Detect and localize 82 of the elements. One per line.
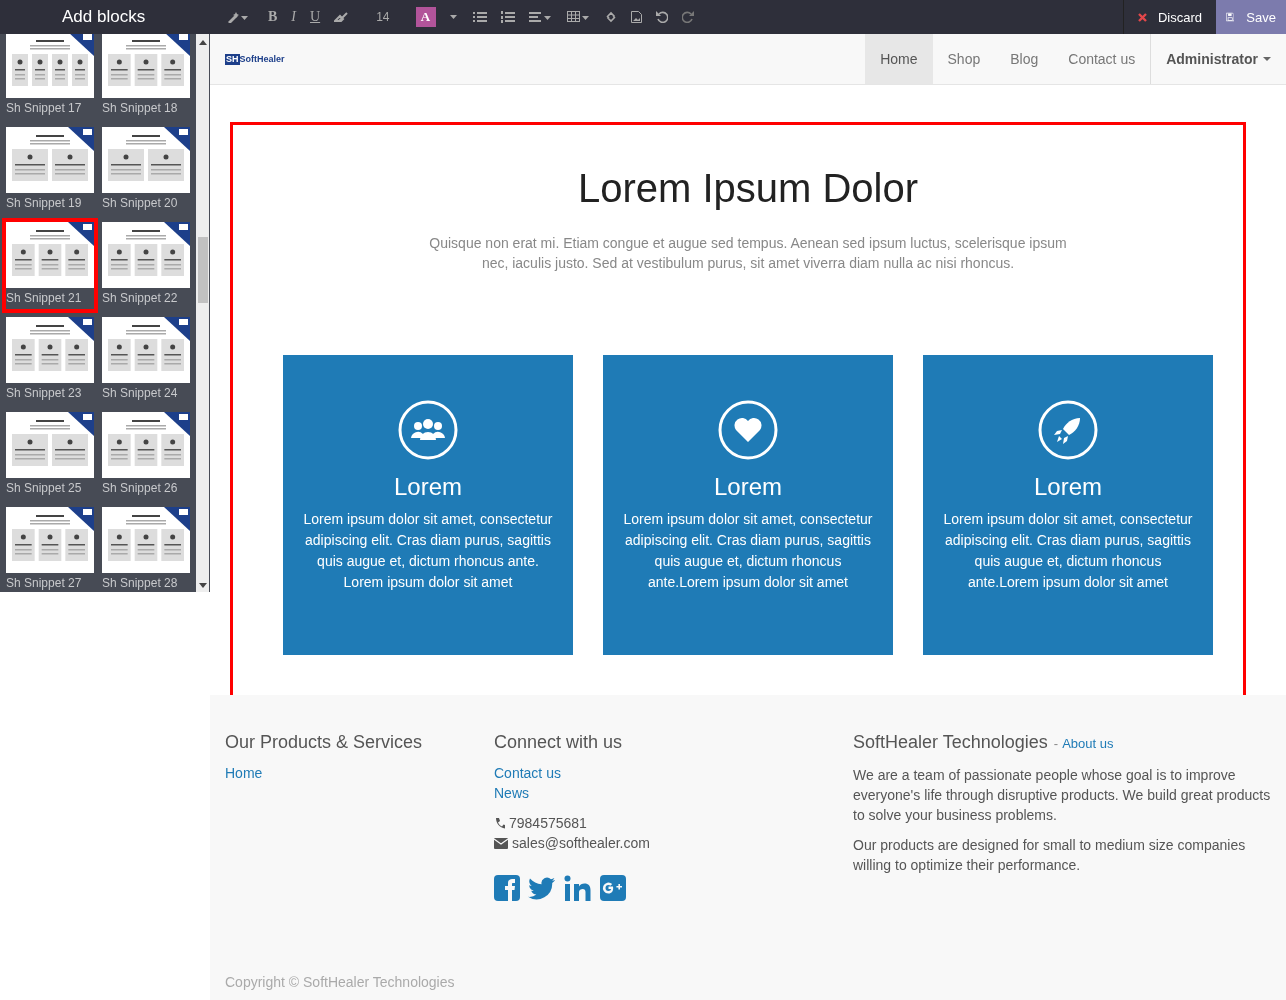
user-menu[interactable]: Administrator — [1150, 34, 1286, 84]
snippet-label: Sh Snippet 25 — [6, 480, 83, 496]
scrollbar[interactable] — [196, 34, 209, 592]
nav-link[interactable]: Home — [865, 34, 933, 84]
snippet-item[interactable]: Sh Snippet 24 — [98, 313, 194, 408]
linkedin-icon[interactable] — [564, 875, 592, 901]
section-subtitle: Quisque non erat mi. Etiam congue et augue sed tempus. Aenean sed ipsum luctus, scelerisque ipsum nec, iaculis justo. Sed at vestibulum purus, sit amet viverra diam nulla ac nisi rhoncus. — [428, 234, 1068, 273]
email-address: sales@softhealer.com — [512, 834, 650, 853]
caret-icon[interactable] — [449, 14, 459, 20]
table-icon[interactable] — [566, 11, 591, 23]
logo-badge: SH — [225, 53, 240, 65]
snippet-item[interactable]: Sh Snippet 20 — [98, 123, 194, 218]
nav-link[interactable]: Shop — [932, 34, 996, 84]
footer-link[interactable]: News — [494, 783, 529, 803]
numbered-list-icon[interactable] — [500, 11, 515, 23]
logo-text: SoftHealer — [239, 54, 285, 64]
facebook-icon[interactable] — [494, 875, 520, 901]
snippet-item[interactable]: Sh Snippet 22 — [98, 218, 194, 313]
panel-title: Add blocks — [0, 0, 210, 34]
snippet-item[interactable]: Sh Snippet 28 — [98, 503, 194, 592]
snippet-item[interactable]: Sh Snippet 23 — [2, 313, 98, 408]
twitter-icon[interactable] — [528, 876, 556, 900]
nav-link[interactable]: Blog — [995, 34, 1054, 84]
card-text: Lorem ipsum dolor sit amet, consectetur adipiscing elit. Cras diam purus, sagittis quis augue et, dictum rhoncus ante. Lorem ipsum dolor sit amet — [302, 510, 554, 592]
underline-button[interactable]: U — [310, 9, 321, 25]
snippet-label: Sh Snippet 23 — [6, 385, 83, 401]
undo-icon[interactable] — [655, 11, 668, 23]
snippet-item[interactable]: Sh Snippet 27 — [2, 503, 98, 592]
footer-link[interactable]: Home — [225, 763, 263, 783]
save-button[interactable]: Save — [1216, 0, 1286, 34]
eraser-icon[interactable] — [334, 12, 349, 22]
card-text: Lorem ipsum dolor sit amet, consectetur adipiscing elit. Cras diam purus, sagittis quis augue et, dictum rhoncus ante.Lorem ipsum dolor sit amet — [622, 510, 874, 592]
snippet-item[interactable]: Sh Snippet 17 — [2, 34, 98, 123]
separator: - — [1053, 735, 1059, 753]
font-size-dropdown[interactable]: 14 — [376, 10, 390, 24]
copyright-text: Copyright © SoftHealer Technologies — [225, 974, 456, 990]
scrollbar-thumb[interactable] — [197, 237, 208, 303]
footer-heading: SoftHealer Technologies — [853, 731, 1048, 753]
scroll-down-icon[interactable] — [198, 583, 207, 588]
section-title: Lorem Ipsum Dolor — [576, 165, 920, 212]
footer-link[interactable]: Contact us — [494, 763, 561, 783]
snippet-label: Sh Snippet 20 — [102, 195, 179, 211]
card-title: Lorem — [714, 473, 782, 501]
phone-number: 7984575681 — [509, 814, 587, 833]
nav-link[interactable]: Contact us — [1053, 34, 1151, 84]
redo-icon[interactable] — [681, 11, 694, 23]
card-title: Lorem — [1034, 473, 1102, 501]
snippet-label: Sh Snippet 24 — [102, 385, 179, 401]
snippet-label: Sh Snippet 22 — [102, 290, 179, 306]
card-title: Lorem — [394, 473, 462, 501]
footer-paragraph: Our products are designed for small to medium size companies willing to optimize their performance. — [853, 836, 1247, 875]
snippet-item[interactable]: Sh Snippet 18 — [98, 34, 194, 123]
group-icon — [398, 400, 458, 460]
footer-paragraph: We are a team of passionate people whose goal is to improve everyone's life through disruptive products. We build great products to solve your business problems. — [853, 766, 1271, 825]
google-plus-icon[interactable] — [600, 875, 626, 901]
snippet-label: Sh Snippet 17 — [6, 100, 83, 116]
snippet-label: Sh Snippet 21 — [6, 290, 83, 306]
about-link[interactable]: About us — [1062, 733, 1114, 755]
image-icon[interactable] — [630, 11, 642, 23]
snippet-label: Sh Snippet 18 — [102, 100, 179, 116]
footer-heading: Our Products & Services — [225, 731, 423, 753]
bold-button[interactable]: B — [268, 9, 278, 25]
snippet-label: Sh Snippet 27 — [6, 575, 83, 591]
snippet-item[interactable]: Sh Snippet 26 — [98, 408, 194, 503]
text-color-button[interactable]: A — [415, 7, 436, 27]
snippet-label: Sh Snippet 28 — [102, 575, 179, 591]
close-icon — [1137, 12, 1147, 22]
rocket-icon — [1038, 400, 1098, 460]
brush-icon[interactable] — [226, 11, 248, 23]
phone-icon — [494, 817, 505, 829]
caret-icon — [1263, 57, 1271, 61]
snippet-item[interactable]: Sh Snippet 21 — [2, 218, 98, 313]
snippet-item[interactable]: Sh Snippet 25 — [2, 408, 98, 503]
align-icon[interactable] — [528, 11, 553, 23]
snippet-label: Sh Snippet 19 — [6, 195, 83, 211]
snippet-item[interactable]: Sh Snippet 19 — [2, 123, 98, 218]
envelope-icon — [494, 837, 508, 849]
card-text: Lorem ipsum dolor sit amet, consectetur adipiscing elit. Cras diam purus, sagittis quis augue et, dictum rhoncus ante.Lorem ipsum dolor sit amet — [942, 510, 1194, 592]
footer-heading: Connect with us — [494, 731, 623, 753]
bullet-list-icon[interactable] — [472, 11, 487, 23]
snippet-label: Sh Snippet 26 — [102, 480, 179, 496]
italic-button[interactable]: I — [291, 9, 296, 25]
